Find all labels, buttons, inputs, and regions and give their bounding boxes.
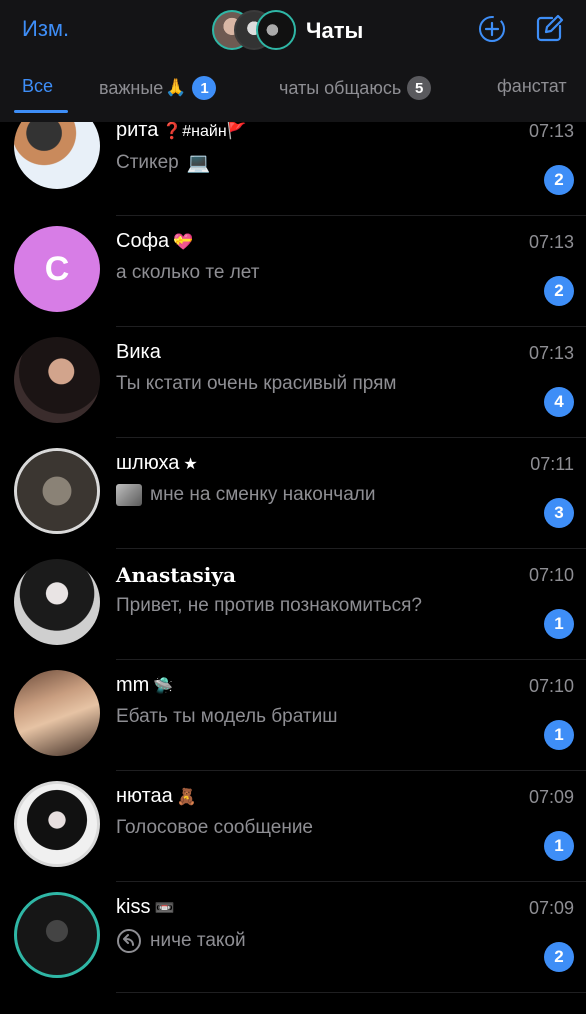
chat-name: Софа 💝 <box>116 230 194 252</box>
avatar <box>14 448 100 534</box>
title-group[interactable]: Чаты <box>212 8 363 54</box>
laptop-emoji-icon: 💻 <box>186 153 211 174</box>
star-icon: ★ <box>183 456 198 473</box>
chat-preview: Ты кстати очень красивый прям <box>116 373 397 394</box>
chat-row[interactable]: С Софа 💝 07:13 а сколько те лет 2 <box>0 216 586 327</box>
top-bar: Изм. Чаты Все важные 🙏 1 чаты общаюсь 5 ф… <box>0 0 586 122</box>
chat-time: 07:11 <box>530 454 574 474</box>
reply-arrow-icon <box>117 929 141 953</box>
chat-name: 𝐀𝐧𝐚𝐬𝐭𝐚𝐬𝐢𝐲𝐚 <box>116 563 236 587</box>
chat-row[interactable]: kiss 📼 07:09 ниче такой 2 <box>0 882 586 993</box>
chat-time: 07:10 <box>528 676 574 696</box>
folder-tabs: Все важные 🙏 1 чаты общаюсь 5 фанстат <box>0 64 586 120</box>
tab-unread-badge: 1 <box>192 76 217 100</box>
chat-row[interactable]: шлюха ★ 07:11 мне на сменку накончали 3 <box>0 438 586 549</box>
unread-badge: 3 <box>544 498 574 528</box>
tab-important[interactable]: важные 🙏 1 <box>99 76 217 100</box>
chat-preview: ниче такой <box>116 928 246 954</box>
active-tab-indicator <box>14 110 68 113</box>
chat-time: 07:09 <box>528 787 574 807</box>
tab-label: чаты общаюсь <box>279 77 402 98</box>
chat-preview: а сколько те лет <box>116 262 260 283</box>
tab-label: фанстат <box>497 76 567 96</box>
unread-badge: 2 <box>544 276 574 306</box>
chat-row[interactable]: mm 🛸 07:10 Ебать ты модель братиш 1 <box>0 660 586 771</box>
chat-time: 07:13 <box>528 343 574 363</box>
tab-label: важные <box>99 77 164 98</box>
tab-unread-badge: 5 <box>407 76 432 100</box>
unread-badge: 4 <box>544 387 574 417</box>
page-title: Чаты <box>306 18 364 43</box>
unread-badge: 1 <box>544 831 574 861</box>
tab-chats-talking[interactable]: чаты общаюсь 5 <box>279 76 432 100</box>
chat-row[interactable]: Вика 07:13 Ты кстати очень красивый прям… <box>0 327 586 438</box>
avatar <box>14 781 100 867</box>
photo-thumbnail-icon <box>116 484 142 506</box>
avatar: С <box>14 226 100 312</box>
chat-preview: Ебать ты модель братиш <box>116 706 338 727</box>
chat-name: нютаа 🧸 <box>116 785 197 807</box>
tab-all[interactable]: Все <box>22 76 53 97</box>
divider <box>116 992 586 993</box>
chat-time: 07:10 <box>528 565 574 585</box>
chat-preview: Стикер 💻 <box>116 152 211 174</box>
compose-icon[interactable] <box>534 14 564 44</box>
chat-preview: Голосовое сообщение <box>116 817 313 838</box>
avatar-initial: С <box>44 249 70 288</box>
edit-button[interactable]: Изм. <box>22 16 69 42</box>
chat-time: 07:09 <box>528 898 574 918</box>
unread-badge: 1 <box>544 609 574 639</box>
story-avatar[interactable] <box>256 10 296 50</box>
chat-name: kiss 📼 <box>116 896 175 918</box>
chat-name: Вика <box>116 341 161 363</box>
chat-name: рита ❓#найн🚩 <box>116 119 247 141</box>
chat-list: рита ❓#найн🚩 07:13 Стикер 💻 2 С Софа 💝 07:1… <box>0 103 586 1014</box>
chat-row[interactable]: 𝐀𝐧𝐚𝐬𝐭𝐚𝐬𝐢𝐲𝐚 07:10 Привет, не против позна… <box>0 549 586 660</box>
new-story-icon[interactable] <box>477 14 507 44</box>
unread-badge: 1 <box>544 720 574 750</box>
chat-time: 07:13 <box>528 232 574 252</box>
stories-stack[interactable] <box>212 8 298 54</box>
chat-name: mm 🛸 <box>116 674 174 696</box>
tab-fanstat[interactable]: фанстат <box>497 76 567 97</box>
unread-badge: 2 <box>544 165 574 195</box>
avatar <box>14 337 100 423</box>
chat-row[interactable]: нютаа 🧸 07:09 Голосовое сообщение 1 <box>0 771 586 882</box>
chat-name: шлюха ★ <box>116 452 198 474</box>
chat-time: 07:13 <box>528 121 574 141</box>
avatar <box>14 670 100 756</box>
avatar <box>14 559 100 645</box>
unread-badge: 2 <box>544 942 574 972</box>
tab-label: Все <box>22 76 54 96</box>
pray-emoji-icon: 🙏 <box>165 78 187 97</box>
avatar <box>14 892 100 978</box>
chat-preview: мне на сменку накончали <box>116 484 375 506</box>
chat-preview: Привет, не против познакомиться? <box>116 595 422 616</box>
